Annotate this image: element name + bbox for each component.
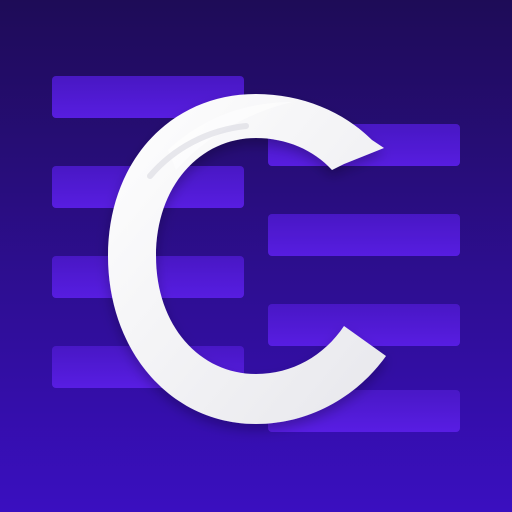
background-bar [268,214,460,256]
background-bar [268,304,460,346]
app-icon [0,0,512,512]
app-icon-graphic [0,0,512,512]
